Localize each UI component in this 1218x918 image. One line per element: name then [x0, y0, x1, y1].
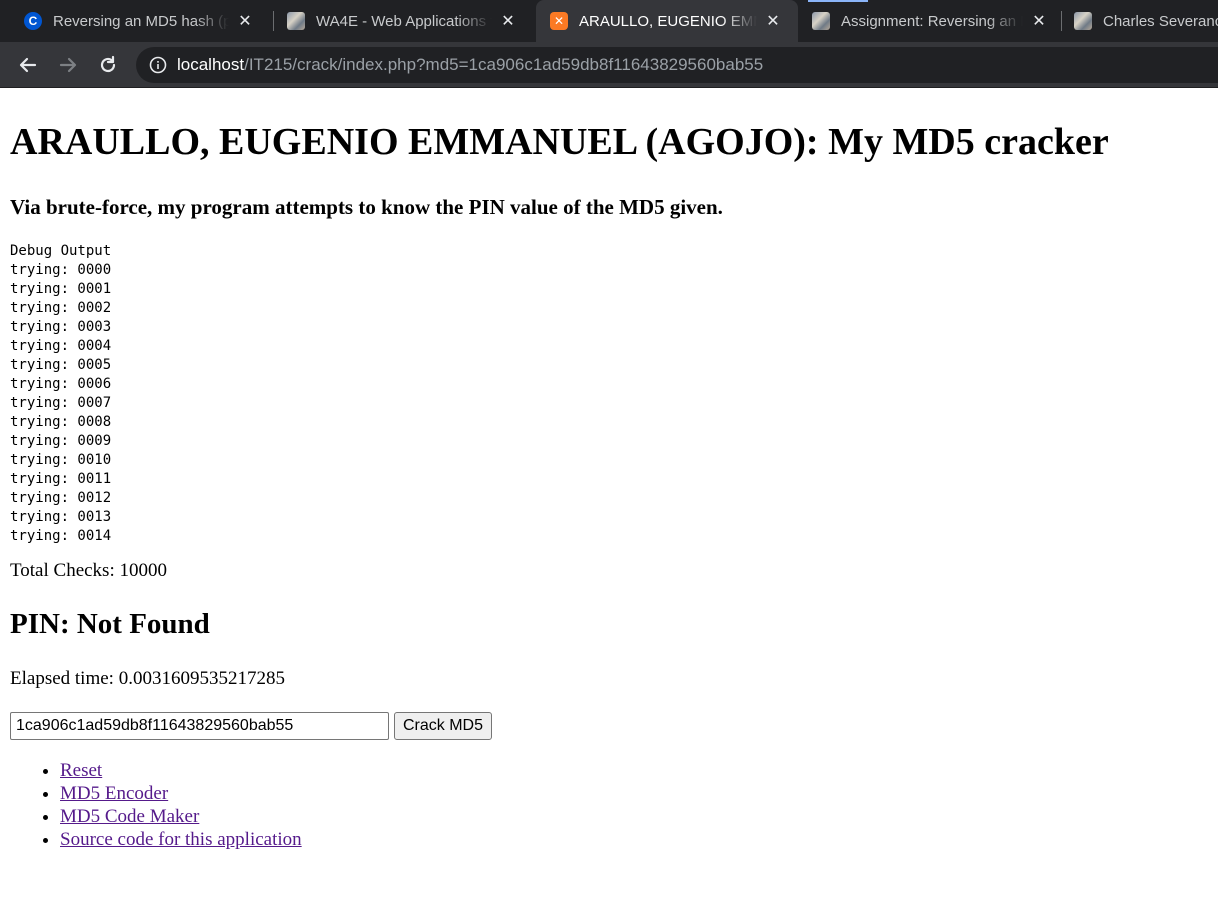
md5-input[interactable]: [10, 712, 389, 740]
tab-title: ARAULLO, EUGENIO EMMA: [579, 12, 757, 30]
source-code-link[interactable]: Source code for this application: [60, 829, 302, 850]
debug-output: Debug Output trying: 0000 trying: 0001 t…: [10, 243, 112, 544]
tab-title: Charles Severanc: [1103, 12, 1218, 30]
crack-md5-button[interactable]: Crack MD5: [394, 712, 493, 740]
browser-tab-5[interactable]: Charles Severanc: [1074, 0, 1218, 42]
tab-title: WA4E - Web Applications fo: [316, 12, 492, 30]
browser-tab-3-active[interactable]: ✕ ARAULLO, EUGENIO EMMA ✕: [536, 0, 798, 42]
info-icon[interactable]: [149, 56, 167, 74]
tab-separator: [273, 11, 274, 31]
list-item: Reset: [60, 759, 1208, 782]
elapsed-time: Elapsed time: 0.0031609535217285: [10, 668, 285, 689]
avatar-icon: [1074, 12, 1092, 30]
page-content: ARAULLO, EUGENIO EMMANUEL (AGOJO): My MD…: [0, 120, 1218, 851]
md5-encoder-link[interactable]: MD5 Encoder: [60, 783, 168, 804]
browser-tab-2[interactable]: WA4E - Web Applications fo ✕: [287, 0, 518, 42]
xampp-icon: ✕: [550, 12, 568, 30]
list-item: MD5 Code Maker: [60, 805, 1208, 828]
browser-toolbar: localhost/IT215/crack/index.php?md5=1ca9…: [0, 42, 1218, 88]
avatar-icon: [812, 12, 830, 30]
close-icon[interactable]: ✕: [1029, 11, 1049, 31]
coursera-icon: C: [24, 12, 42, 30]
close-icon[interactable]: ✕: [763, 11, 783, 31]
url-host: localhost: [177, 55, 245, 74]
reload-button[interactable]: [94, 51, 122, 79]
close-icon[interactable]: ✕: [235, 11, 255, 31]
pin-result: PIN: Not Found: [10, 608, 210, 640]
links-list: Reset MD5 Encoder MD5 Code Maker Source …: [10, 759, 1208, 851]
page-title: ARAULLO, EUGENIO EMMANUEL (AGOJO): My MD…: [10, 121, 1109, 163]
avatar-icon: [287, 12, 305, 30]
back-arrow-icon: [19, 57, 37, 73]
page-subtitle: Via brute-force, my program attempts to …: [10, 195, 723, 219]
forward-button[interactable]: [54, 51, 82, 79]
url-path: /IT215/crack/index.php?md5=1ca906c1ad59d…: [244, 55, 764, 74]
close-icon[interactable]: ✕: [498, 11, 518, 31]
tab-separator: [1061, 11, 1062, 31]
crack-form: Crack MD5: [10, 712, 1208, 740]
tab-title: Reversing an MD5 hash (pa: [53, 12, 229, 30]
md5-code-maker-link[interactable]: MD5 Code Maker: [60, 806, 199, 827]
back-button[interactable]: [14, 51, 42, 79]
browser-tab-1[interactable]: C Reversing an MD5 hash (pa ✕: [24, 0, 255, 42]
list-item: Source code for this application: [60, 828, 1208, 851]
reset-link[interactable]: Reset: [60, 760, 102, 781]
list-item: MD5 Encoder: [60, 782, 1208, 805]
reload-icon: [100, 55, 116, 73]
browser-tab-4[interactable]: Assignment: Reversing an M ✕: [812, 0, 1049, 42]
tab-title: Assignment: Reversing an M: [841, 12, 1023, 30]
total-checks: Total Checks: 10000: [10, 560, 167, 581]
browser-tab-strip: C Reversing an MD5 hash (pa ✕ WA4E - Web…: [0, 0, 1218, 42]
address-bar[interactable]: localhost/IT215/crack/index.php?md5=1ca9…: [136, 47, 1218, 83]
forward-arrow-icon: [59, 57, 77, 73]
